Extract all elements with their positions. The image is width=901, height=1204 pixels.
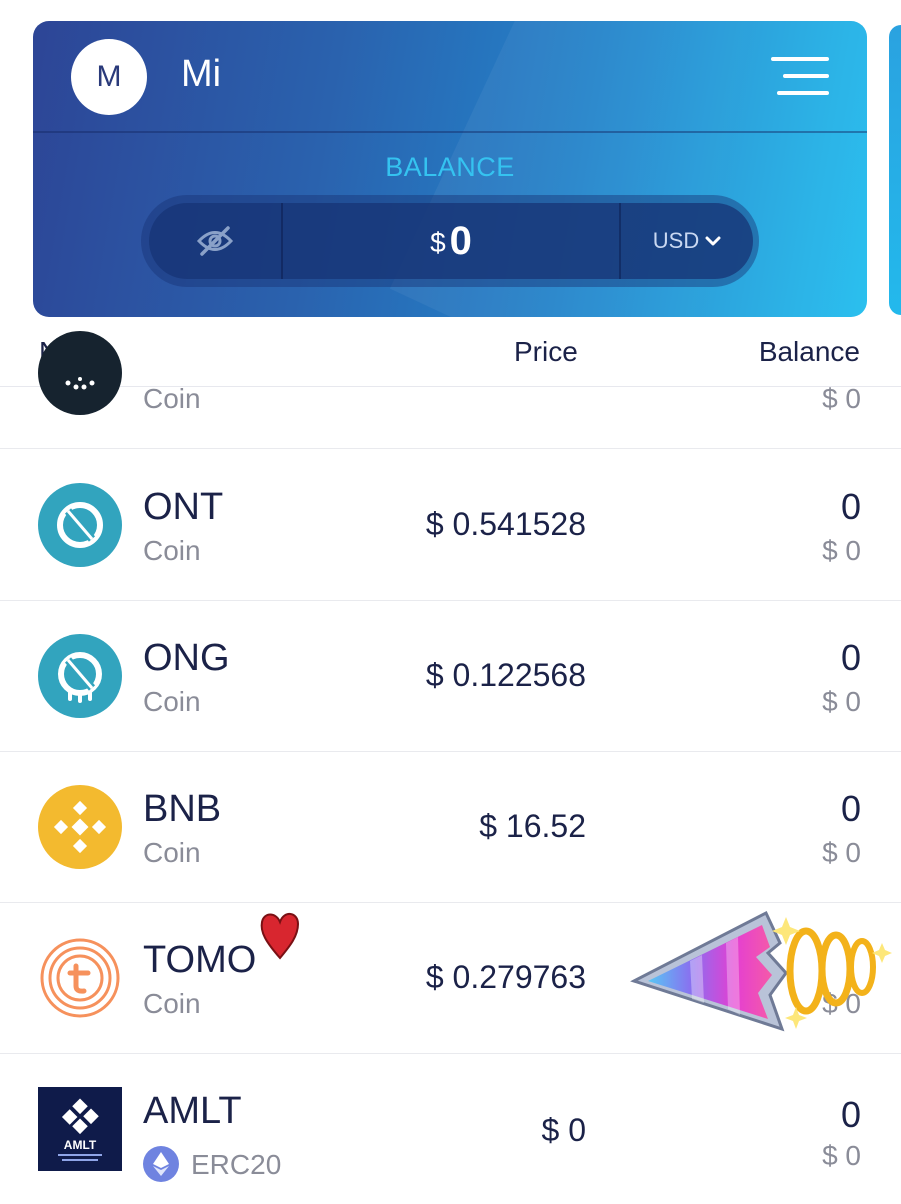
bnb-icon [38,785,122,869]
asset-price: $ 0.541528 [425,506,586,542]
asset-symbol: ONG [143,637,230,679]
asset-row-ong[interactable]: ONG Coin $ 0.122568 0 $ 0 [0,601,901,752]
asset-price: $ 0 [541,1112,586,1148]
arrow-sticker [630,910,892,1032]
avatar[interactable]: M [71,39,147,115]
asset-price: $ 16.52 [479,808,586,844]
asset-balance-usd: $ 0 [822,535,861,566]
asset-type: Coin [143,988,201,1019]
currency-label: USD [652,228,700,253]
chevron-down-icon [705,236,721,246]
asset-row-ont[interactable]: ONT Coin $ 0.541528 0 $ 0 [0,450,901,601]
menu-line-icon [777,91,829,95]
asset-type: Coin [143,535,201,566]
hide-balance-toggle[interactable] [149,203,283,279]
ethereum-icon [143,1146,179,1182]
balance-label: BALANCE [385,152,515,182]
cardano-icon [38,331,122,415]
balance-amount: $ 0 [283,203,619,279]
asset-row-cardano[interactable]: Coin $ 0 [0,298,901,449]
ong-icon [38,634,122,718]
heart-sticker [260,913,300,960]
header-divider [33,131,867,133]
svg-text:AMLT: AMLT [64,1138,97,1152]
asset-price: $ 0.122568 [425,657,586,693]
asset-price: $ 0.279763 [425,959,586,995]
amlt-icon: AMLT [38,1087,122,1171]
balance-bar: $ 0 USD [149,203,753,279]
asset-balance: 0 [840,788,861,829]
hamburger-menu-button[interactable] [771,55,831,99]
asset-balance-usd: $ 0 [822,686,861,717]
eye-slash-icon [196,226,234,256]
avatar-letter: M [96,60,122,93]
next-wallet-card-edge[interactable] [889,25,901,315]
asset-balance-usd: $ 0 [822,837,861,868]
menu-line-icon [771,57,829,61]
asset-symbol: TOMO [143,939,257,981]
asset-row-amlt[interactable]: AMLT AMLT ERC20 $ 0 0 $ 0 [0,1054,901,1204]
cardano-dots-icon [65,377,95,390]
asset-type: Coin [143,383,201,414]
ont-icon [38,483,122,567]
asset-balance: 0 [840,486,861,527]
tomo-icon [38,936,122,1020]
asset-type: Coin [143,686,201,717]
asset-symbol: BNB [143,788,222,830]
asset-type: Coin [143,837,201,868]
asset-symbol: AMLT [143,1090,242,1132]
asset-token-standard: ERC20 [191,1149,282,1180]
asset-row-bnb[interactable]: BNB Coin $ 16.52 0 $ 0 [0,752,901,903]
balance-value: 0 [449,218,472,263]
user-name: Mi [181,53,222,95]
currency-symbol: $ [430,227,446,258]
asset-symbol: ONT [143,486,224,528]
currency-selector[interactable]: USD [619,203,753,279]
asset-balance: 0 [840,1094,861,1135]
wallet-header-card: M Mi BALANCE $ 0 USD [33,21,867,317]
asset-balance-usd: $ 0 [822,1140,861,1171]
asset-balance-usd: $ 0 [822,383,861,414]
menu-line-icon [783,74,829,78]
asset-balance: 0 [840,637,861,678]
